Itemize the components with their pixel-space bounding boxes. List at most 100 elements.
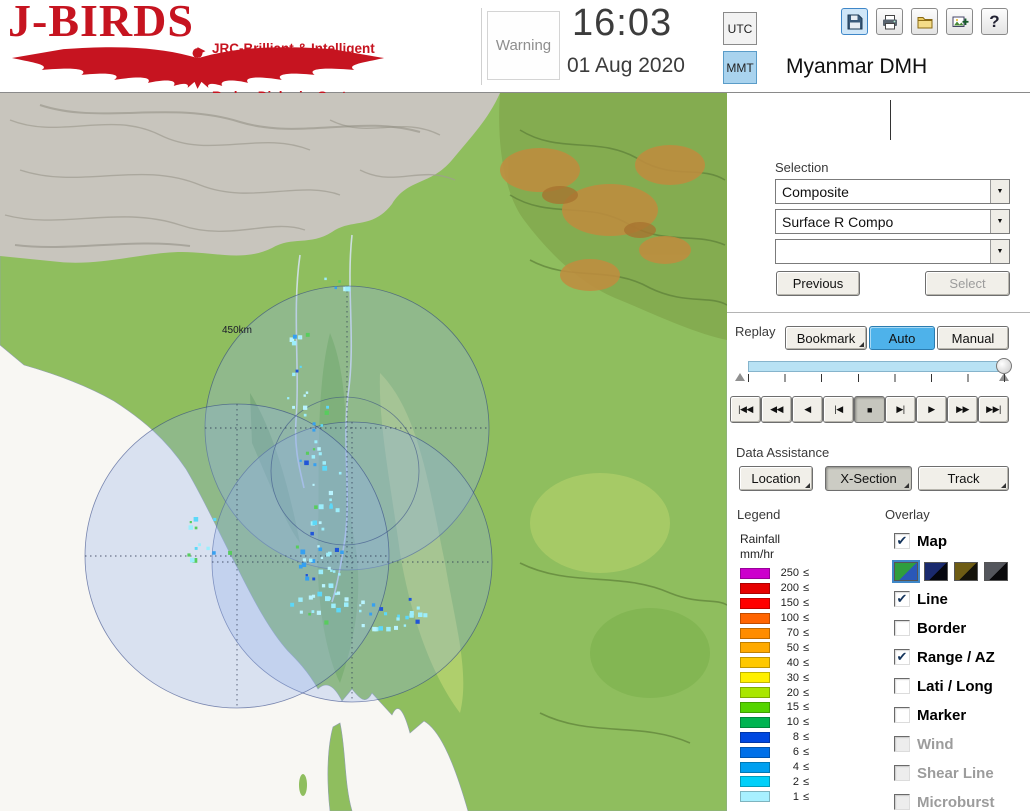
legend-swatch	[740, 627, 770, 639]
legend-lte-symbol: ≤	[803, 641, 810, 654]
legend-value: 4	[792, 761, 799, 774]
clock-date: 01 Aug 2020	[567, 54, 685, 77]
open-folder-button[interactable]	[911, 8, 938, 35]
legend-row: 70 ≤	[740, 626, 809, 641]
timezone-utc-button[interactable]: UTC	[723, 12, 757, 45]
manual-mode-button[interactable]: Manual	[937, 326, 1009, 350]
legend-unit: mm/hr	[740, 547, 774, 561]
legend-value: 250	[780, 567, 799, 580]
overlay-checkbox	[894, 765, 910, 781]
legend-value: 15	[786, 701, 799, 714]
legend-value: 10	[786, 716, 799, 729]
playback-button-1[interactable]: ◀◀	[761, 396, 792, 423]
legend-row: 15 ≤	[740, 700, 809, 715]
help-button[interactable]: ?	[981, 8, 1008, 35]
chevron-down-icon[interactable]	[990, 180, 1009, 203]
map-style-swatches	[892, 559, 1028, 583]
legend-value: 20	[786, 686, 799, 699]
overlay-checkbox	[894, 736, 910, 752]
map-style-swatch-3[interactable]	[954, 561, 978, 581]
overlay-checkbox[interactable]: ✔	[894, 591, 910, 607]
check-mark-icon: ✔	[896, 590, 908, 606]
legend-swatch	[740, 687, 770, 699]
timezone-mmt-button[interactable]: MMT	[723, 51, 757, 84]
bookmark-button-label: Bookmark	[796, 330, 856, 346]
legend-lte-symbol: ≤	[803, 597, 810, 610]
playback-button-8[interactable]: ▶▶|	[978, 396, 1009, 423]
legend-row: 8 ≤	[740, 730, 809, 745]
overlay-checkbox[interactable]	[894, 707, 910, 723]
legend-value: 100	[780, 612, 799, 625]
location-button[interactable]: Location	[739, 466, 813, 491]
playback-button-3[interactable]: |◀	[823, 396, 854, 423]
track-button-label: Track	[947, 471, 980, 486]
map-style-swatch-4[interactable]	[984, 561, 1008, 581]
overlay-item-shear-line: Shear Line	[894, 762, 1028, 784]
legend-value: 200	[780, 582, 799, 595]
previous-button[interactable]: Previous	[776, 271, 860, 296]
overlay-checkbox[interactable]	[894, 620, 910, 636]
extra-combobox[interactable]	[775, 239, 1010, 264]
bookmark-button[interactable]: Bookmark	[785, 326, 867, 350]
overlay-label: Marker	[917, 706, 967, 724]
warning-indicator[interactable]: Warning	[487, 11, 560, 80]
product-combobox-value: Composite	[782, 183, 849, 200]
timeline-ticks	[748, 374, 1006, 382]
subproduct-combobox[interactable]: Surface R Compo	[775, 209, 1010, 234]
overlay-checkbox[interactable]: ✔	[894, 533, 910, 549]
legend-lte-symbol: ≤	[803, 701, 810, 714]
map-style-swatch-1[interactable]	[892, 559, 920, 583]
overlay-list: ✔ Map ✔ Line Border ✔ Range / AZ Lati / Long Mar…	[892, 530, 1028, 811]
help-icon: ?	[989, 11, 1000, 31]
playback-button-0[interactable]: |◀◀	[730, 396, 761, 423]
legend-swatch	[740, 597, 770, 609]
station-display[interactable]	[774, 95, 1010, 145]
legend-lte-symbol: ≤	[803, 567, 810, 580]
print-icon	[882, 14, 897, 29]
app-header: J-BIRDS JRC-Brilliant & Intelligent Rada…	[0, 0, 1030, 104]
legend-value: 40	[786, 656, 799, 669]
legend-lte-symbol: ≤	[803, 761, 810, 774]
overlay-item-line: ✔ Line	[894, 588, 1028, 610]
add-image-icon	[952, 16, 968, 27]
menu-corner-icon	[904, 483, 909, 488]
product-combobox[interactable]: Composite	[775, 179, 1010, 204]
check-mark-icon: ✔	[896, 532, 908, 548]
print-button[interactable]	[876, 8, 903, 35]
save-icon	[847, 14, 862, 29]
replay-timeline-handle[interactable]	[996, 358, 1012, 374]
legend-swatch	[740, 567, 770, 579]
overlay-label: Shear Line	[917, 764, 994, 782]
replay-timeline[interactable]	[748, 361, 1005, 372]
legend-value: 70	[786, 627, 799, 639]
legend-swatch	[740, 716, 770, 728]
auto-mode-button[interactable]: Auto	[869, 326, 935, 350]
legend-lte-symbol: ≤	[803, 731, 810, 744]
x-section-button[interactable]: X-Section	[825, 466, 912, 491]
overlay-checkbox[interactable]	[894, 678, 910, 694]
chevron-down-icon[interactable]	[990, 240, 1009, 263]
playback-button-4[interactable]: ■	[854, 396, 885, 423]
chevron-down-icon[interactable]	[990, 210, 1009, 233]
legend-lte-symbol: ≤	[803, 627, 810, 639]
track-button[interactable]: Track	[918, 466, 1009, 491]
overlay-item-lati-long: Lati / Long	[894, 675, 1028, 697]
header-divider	[481, 8, 482, 85]
playback-button-6[interactable]: ▶	[916, 396, 947, 423]
jbirds-app: J-BIRDS JRC-Brilliant & Intelligent Rada…	[0, 0, 1030, 811]
overlay-checkbox[interactable]: ✔	[894, 649, 910, 665]
playback-button-5[interactable]: ▶|	[885, 396, 916, 423]
replay-section-label: Replay	[735, 324, 776, 339]
playback-button-7[interactable]: ▶▶	[947, 396, 978, 423]
overlay-label: Wind	[917, 735, 954, 753]
legend-row: 50 ≤	[740, 640, 809, 655]
legend-swatch	[740, 731, 770, 743]
save-button[interactable]	[841, 8, 868, 35]
legend-row: 1 ≤	[740, 789, 809, 804]
map-style-swatch-2[interactable]	[924, 561, 948, 581]
playback-button-2[interactable]: ◀	[792, 396, 823, 423]
station-title: Myanmar DMH	[786, 55, 928, 78]
radar-map[interactable]: 450km	[0, 92, 728, 811]
timeline-start-marker	[735, 373, 745, 381]
add-image-button[interactable]	[946, 8, 973, 35]
